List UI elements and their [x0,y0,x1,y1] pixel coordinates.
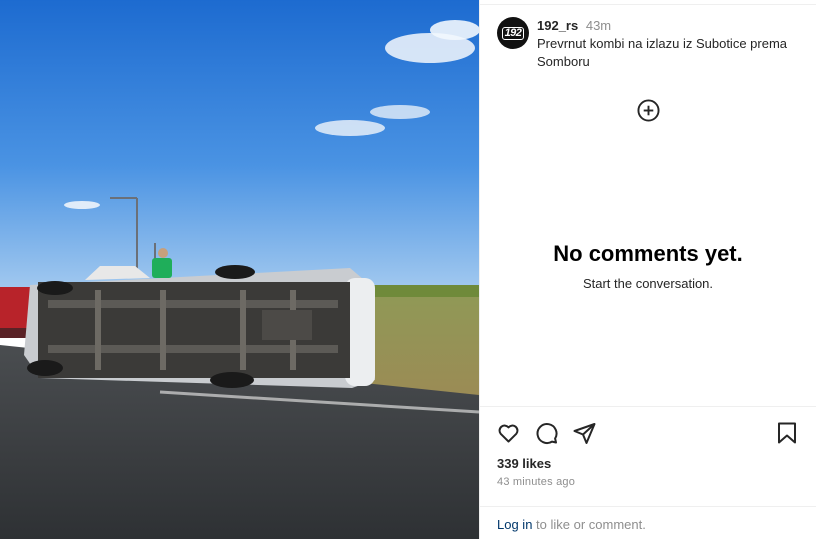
login-prompt: Log in to like or comment. [480,506,816,539]
post-time[interactable]: 43m [586,18,611,33]
post-header: 192 192_rs 43m Prevrnut kombi na izlazu … [497,17,806,71]
likes-count[interactable]: 339 likes [497,456,551,471]
comment-icon[interactable] [534,421,559,445]
post-header-text: 192_rs 43m Prevrnut kombi na izlazu iz S… [537,17,787,71]
posted-time[interactable]: 43 minutes ago [497,476,575,488]
post-side-panel: 192 192_rs 43m Prevrnut kombi na izlazu … [479,0,816,539]
empty-comments-subtitle: Start the conversation. [582,276,714,291]
empty-comments: No comments yet. Start the conversation. [480,240,816,291]
post-photo[interactable] [0,0,479,539]
overturned-van-image [0,0,479,539]
share-icon[interactable] [572,421,597,445]
avatar-logo-text: 192 [501,26,525,40]
post-footer: 339 likes 43 minutes ago Log in to like … [480,406,816,539]
avatar[interactable]: 192 [497,17,529,49]
username-link[interactable]: 192_rs [537,18,578,33]
post-caption: Prevrnut kombi na izlazu iz Subotice pre… [537,36,788,69]
empty-comments-title: No comments yet. [553,241,743,266]
heart-icon[interactable] [496,421,521,445]
panel-top-border [480,0,816,5]
login-suffix: to like or comment. [532,517,646,532]
bookmark-icon[interactable] [777,422,797,444]
login-link[interactable]: Log in [497,517,532,532]
plus-circle-icon[interactable] [637,99,660,122]
action-bar [496,421,597,445]
post-viewer: 192 192_rs 43m Prevrnut kombi na izlazu … [0,0,816,539]
